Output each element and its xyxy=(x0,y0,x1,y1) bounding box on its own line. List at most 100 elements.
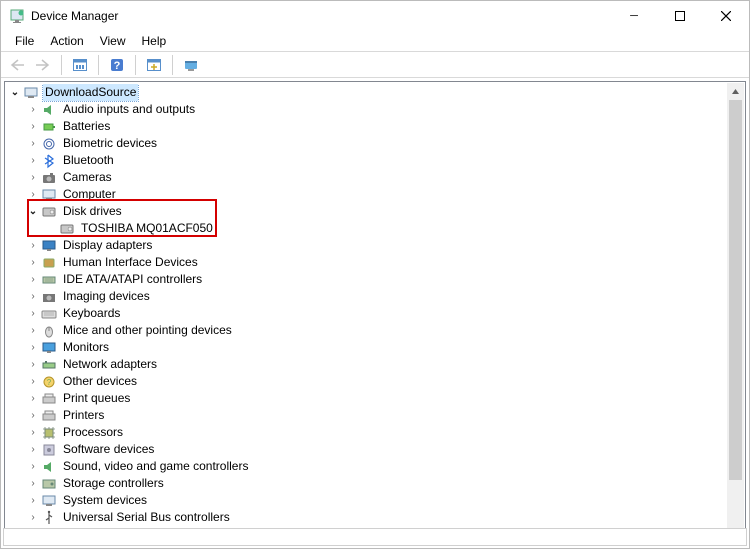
bluetooth-icon xyxy=(41,153,57,169)
help-button[interactable]: ? xyxy=(105,54,129,76)
menubar: File Action View Help xyxy=(1,31,749,51)
close-button[interactable] xyxy=(703,1,749,31)
tree-category[interactable]: ›Mice and other pointing devices xyxy=(7,322,727,339)
tree-category[interactable]: › System devices xyxy=(7,492,727,509)
expand-icon[interactable]: › xyxy=(25,101,41,118)
tree-item-label: Cameras xyxy=(61,169,114,186)
tree-item-label: Processors xyxy=(61,424,125,441)
tree-item-label: System devices xyxy=(61,492,149,509)
forward-button[interactable] xyxy=(31,54,55,76)
expand-icon[interactable]: › xyxy=(25,509,41,526)
tree-item-label: Monitors xyxy=(61,339,111,356)
tree-category[interactable]: ›Computer xyxy=(7,186,727,203)
display-icon xyxy=(41,238,57,254)
expand-icon[interactable]: › xyxy=(25,356,41,373)
disk-icon xyxy=(59,221,75,237)
tree-item-label: Display adapters xyxy=(61,237,154,254)
menu-help[interactable]: Help xyxy=(134,33,175,49)
computer-root-icon xyxy=(23,85,39,101)
other-icon: ? xyxy=(41,374,57,390)
imaging-icon xyxy=(41,289,57,305)
collapse-icon[interactable]: ⌄ xyxy=(7,84,23,101)
show-hidden-button[interactable] xyxy=(68,54,92,76)
collapse-icon[interactable]: ⌄ xyxy=(25,203,41,220)
device-tree[interactable]: ⌄DownloadSource›Audio inputs and outputs… xyxy=(7,84,727,538)
tree-item-label: Sound, video and game controllers xyxy=(61,458,250,475)
expand-icon[interactable]: › xyxy=(25,169,41,186)
tree-category[interactable]: › Sound, video and game controllers xyxy=(7,458,727,475)
menu-file[interactable]: File xyxy=(7,33,42,49)
tree-item-label: Disk drives xyxy=(61,203,124,220)
tree-item-label: Print queues xyxy=(61,390,132,407)
expand-icon[interactable]: › xyxy=(25,373,41,390)
expand-icon[interactable]: › xyxy=(25,390,41,407)
tree-root[interactable]: ⌄DownloadSource xyxy=(7,84,727,101)
tree-item-label: Software devices xyxy=(61,441,156,458)
expand-icon[interactable]: › xyxy=(25,288,41,305)
tree-item-label: Keyboards xyxy=(61,305,122,322)
tree-category[interactable]: › Monitors xyxy=(7,339,727,356)
menu-view[interactable]: View xyxy=(92,33,134,49)
pc-icon xyxy=(41,187,57,203)
tree-category[interactable]: › Processors xyxy=(7,424,727,441)
storage-icon xyxy=(41,476,57,492)
minimize-button[interactable]: ─ xyxy=(611,1,657,31)
tree-category[interactable]: › Software devices xyxy=(7,441,727,458)
usb-icon xyxy=(41,510,57,526)
system-icon xyxy=(41,493,57,509)
expand-icon[interactable]: › xyxy=(25,118,41,135)
tree-item-label: Storage controllers xyxy=(61,475,166,492)
svg-text:?: ? xyxy=(47,378,52,387)
tree-category[interactable]: ›Imaging devices xyxy=(7,288,727,305)
maximize-button[interactable] xyxy=(657,1,703,31)
menu-action[interactable]: Action xyxy=(42,33,91,49)
tree-device[interactable]: TOSHIBA MQ01ACF050 xyxy=(7,220,727,237)
tree-category[interactable]: › Audio inputs and outputs xyxy=(7,101,727,118)
scroll-track[interactable] xyxy=(727,100,744,522)
expand-icon[interactable]: › xyxy=(25,135,41,152)
tree-item-label: Universal Serial Bus controllers xyxy=(61,509,232,526)
tree-item-label: Batteries xyxy=(61,118,112,135)
tree-category[interactable]: › Display adapters xyxy=(7,237,727,254)
sound-icon xyxy=(41,459,57,475)
tree-category[interactable]: › Printers xyxy=(7,407,727,424)
back-button[interactable] xyxy=(5,54,29,76)
expand-icon[interactable]: › xyxy=(25,271,41,288)
tree-category[interactable]: › Storage controllers xyxy=(7,475,727,492)
expand-icon[interactable]: › xyxy=(25,186,41,203)
toolbar-separator xyxy=(135,55,136,75)
tree-item-label: Audio inputs and outputs xyxy=(61,101,197,118)
tree-item-label: Printers xyxy=(61,407,106,424)
vertical-scrollbar[interactable] xyxy=(727,83,744,539)
tree-category[interactable]: ›Biometric devices xyxy=(7,135,727,152)
tree-category[interactable]: ›?Other devices xyxy=(7,373,727,390)
expand-icon[interactable]: › xyxy=(25,152,41,169)
expand-icon[interactable]: › xyxy=(25,475,41,492)
expand-icon[interactable]: › xyxy=(25,254,41,271)
expand-icon[interactable]: › xyxy=(25,339,41,356)
tree-category[interactable]: ›Bluetooth xyxy=(7,152,727,169)
expand-icon[interactable]: › xyxy=(25,407,41,424)
tree-category[interactable]: › Cameras xyxy=(7,169,727,186)
scan-hardware-button[interactable] xyxy=(142,54,166,76)
biometric-icon xyxy=(41,136,57,152)
scroll-up-button[interactable] xyxy=(727,83,744,100)
expand-icon[interactable]: › xyxy=(25,441,41,458)
properties-button[interactable] xyxy=(179,54,203,76)
expand-icon[interactable]: › xyxy=(25,305,41,322)
expand-icon[interactable]: › xyxy=(25,492,41,509)
tree-category[interactable]: ⌄ Disk drives xyxy=(7,203,727,220)
tree-category[interactable]: › Universal Serial Bus controllers xyxy=(7,509,727,526)
tree-category[interactable]: › Print queues xyxy=(7,390,727,407)
expand-icon[interactable]: › xyxy=(25,424,41,441)
tree-category[interactable]: ›Network adapters xyxy=(7,356,727,373)
expand-icon[interactable]: › xyxy=(25,322,41,339)
toolbar-separator xyxy=(98,55,99,75)
tree-category[interactable]: › Batteries xyxy=(7,118,727,135)
tree-category[interactable]: ›IDE ATA/ATAPI controllers xyxy=(7,271,727,288)
tree-category[interactable]: › Keyboards xyxy=(7,305,727,322)
expand-icon[interactable]: › xyxy=(25,237,41,254)
tree-category[interactable]: ›Human Interface Devices xyxy=(7,254,727,271)
scroll-thumb[interactable] xyxy=(729,100,742,480)
expand-icon[interactable]: › xyxy=(25,458,41,475)
